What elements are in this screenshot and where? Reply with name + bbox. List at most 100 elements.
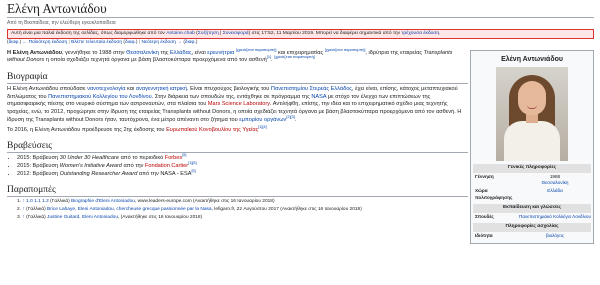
link-nasa[interactable]: NASA [311,94,326,100]
infobox-row-citizenship: Χώρα πολιτογράφησης Ελλάδα [473,187,591,202]
revision-user-link[interactable]: Antoine.chab [166,31,195,36]
citizenship-link[interactable]: Ελλάδα [547,188,562,193]
birth-place-link[interactable]: Θεσσαλονίκη [542,180,569,185]
citation-needed[interactable]: [χρειάζεται παραπομπή] [325,48,366,52]
link-organ-trade[interactable]: εμπορίου οργάνων [239,117,286,123]
diff-link[interactable]: διαφ. [9,40,20,45]
backlink[interactable]: ↑ 1.0 1.1 1.2 [22,199,48,204]
reference-details: , lefigaro.fr, 22 Αυγούστου 2017 (Ανακτή… [211,207,362,213]
birth-label: Γέννηση [475,173,494,179]
occupation-link[interactable]: βιολόγος [546,233,564,238]
revision-contribs-link[interactable]: Συνεισφορά [223,31,249,36]
bio-text: και [127,85,135,92]
revision-middle: στις 17:52, 11 Μαρτίου 2019. Μπορεί να δ… [251,30,401,36]
studies-link[interactable]: Πανεπιστημιακό Κολλέγιο Λονδίνου [519,214,591,219]
award-item: 2015: Βράβευση Women's Initiative Award … [17,161,468,171]
citation-needed[interactable]: [χρειάζεται παραπομπή] [236,48,277,52]
revision-prefix: Αυτή είναι μια παλιά έκδοση της σελίδας,… [11,30,165,36]
reference-marker[interactable]: [5] [191,169,195,173]
diff-link-3[interactable]: διαφ. [185,40,196,45]
section-heading-biography: Βιογραφία [7,72,468,84]
infobox-row-studies: Σπουδές Πανεπιστημιακό Κολλέγιο Λονδίνου [473,213,591,221]
bio-text: . [294,116,297,123]
infobox-section-personal: Γενικές πληροφορίες [473,164,591,173]
infobox-section-education: Εκπαίδευση και γλώσσες [473,204,591,213]
lead-name: Η Ελένη Αντωνιάδου [7,49,63,56]
lead-paragraph: Η Ελένη Αντωνιάδου, γεννήθηκε το 1988 στ… [7,48,468,65]
reference-number: 3. [17,214,22,220]
portrait-photo[interactable] [496,67,568,162]
reference-marker[interactable]: [2][3] [286,115,294,119]
award-item: 2012: Βράβευση Outstanding Researcher Aw… [17,169,468,179]
link-regenerative-medicine[interactable]: αναγεννητική ιατρική [136,86,187,92]
link-nanotechnology[interactable]: νανοτεχνολογία [87,86,125,92]
reference-language: (Γαλλικά) [26,214,46,220]
reference-marker[interactable]: [1][5] [188,161,196,165]
citizenship-label: Χώρα πολιτογράφησης [475,188,513,200]
lead-text: . [271,57,273,64]
reference-marker[interactable]: [1][4] [258,125,266,129]
biography-paragraph: Η Ελένη Αντωνιάδου σπούδασε νανοτεχνολογ… [7,86,468,125]
award-text: από την [123,162,144,169]
reference-link[interactable]: Justine Guitard, Eleni Antoniadou [47,215,118,220]
reference-link[interactable]: Brice Lahaye, Eleni Antoniadou, chercheu… [47,207,212,212]
infobox-row-birth: Γέννηση 1988 Θεσσαλονίκη [473,173,591,188]
studies-label: Σπουδές [475,213,494,219]
backlink[interactable]: ↑ [22,207,24,212]
reference-number: 1. [17,199,22,205]
award-title: Outstanding Researcher Award [59,170,138,177]
award-text: 2015: Βράβευση [17,155,59,162]
link-university[interactable]: Πανεπιστημίου Στερεάς Ελλάδος [271,86,352,92]
bio-text: . Στην διάρκεια των σπουδών της, εντάχθη… [151,93,310,100]
award-text: 2012: Βράβευση [17,170,59,177]
section-heading-references: Παραπομπές [7,185,468,198]
view-current-link[interactable]: Βλέπε τελευταία έκδοση [71,40,122,45]
reference-number: 2. [17,207,22,213]
reference-link[interactable]: Biographie d'Eleni Antoniadou [71,199,135,204]
lead-text: η οποία σχεδιάζει τεχνητά όργανα με βάση… [45,57,267,64]
backlink[interactable]: ↑ [22,215,24,220]
award-text: από το περιοδικό [120,155,164,162]
award-title: 30 Under 30 Healthcare [59,155,120,162]
lead-text: , ιδρύτρια της εταιρείας [365,49,423,56]
old-revision-notice: Αυτή είναι μια παλιά έκδοση της σελίδας,… [7,28,594,39]
infobox-title: Ελένη Αντωνιάδου [501,55,563,63]
bio-text: Η Ελένη Αντωνιάδου σπούδασε [7,85,86,92]
link-mars-science-laboratory[interactable]: Mars Science Laboratory [208,101,270,107]
reference-language: (Γαλλικά) [50,199,70,205]
bio-text: Το 2016, η Ελένη Αντωνιάδου προέδρευσε τ… [7,126,165,133]
link-college[interactable]: Πανεπιστημιακού Κολλεγίου του Λονδίνου [48,94,152,100]
awards-list: 2015: Βράβευση 30 Under 30 Healthcare απ… [17,153,468,179]
section-heading-awards: Βραβεύσεις [7,141,468,154]
bio-text: . Είναι πτυχιούχος βιολογικής του [187,85,270,92]
article-body: Η Ελένη Αντωνιάδου, γεννήθηκε το 1988 στ… [7,48,468,179]
infobox: Ελένη Αντωνιάδου Γενικές πληροφορίες Γέν… [470,49,594,244]
reference-details: , www.leaders-europe.com (Ανακτήθηκε στι… [134,199,275,205]
older-revision-link[interactable]: ← Παλιότερη έκδοση [23,40,68,45]
newer-revision-link[interactable]: Νεότερη έκδοση → [141,40,182,45]
link-greece[interactable]: Ελλάδας [170,50,192,56]
article-page: Ελένη Αντωνιάδου Από τη Βικιπαίδεια, την… [0,0,600,244]
infobox-section-career: Πληροφορίες ασχολίας [473,223,591,232]
link-thessaloniki[interactable]: Θεσσαλονίκη [126,50,159,56]
link-forbes[interactable]: Forbes [165,155,182,161]
lead-text: , γεννήθηκε το 1988 στην [62,49,125,56]
reference-language: (Γαλλικά) [26,207,46,213]
current-revision-link[interactable]: τρέχουσα έκδοση [401,31,439,36]
diff-link-2[interactable]: διαφ. [125,40,136,45]
site-tagline: Από τη Βικιπαίδεια, την ελεύθερη εγκυκλο… [7,20,116,26]
link-health-forum[interactable]: Ευρωπαϊκού Κονοβουλίου της Υγείας [166,127,258,133]
infobox-row-occupation: Ιδιότητα βιολόγος [473,232,591,240]
award-title: Women's Initiative Award [59,162,122,169]
link-researcher[interactable]: ερευνήτρια [207,50,234,56]
occupation-label: Ιδιότητα [475,232,493,238]
revision-navigation: (διαφ.) ← Παλιότερη έκδοση | Βλέπε τελευ… [7,39,198,45]
link-fondation-cartier[interactable]: Fondation Cartier [145,163,188,169]
lead-text: της [160,49,169,56]
article-content: Ελένη Αντωνιάδου Γενικές πληροφορίες Γέν… [7,48,594,244]
award-text: 2015: Βράβευση [17,162,59,169]
revision-talk-link[interactable]: Συζήτηση [198,31,219,36]
reference-marker[interactable]: [5] [182,153,186,157]
award-item: 2015: Βράβευση 30 Under 30 Healthcare απ… [17,153,468,163]
citation-needed[interactable]: [χρειάζεται παραπομπή] [274,55,315,59]
